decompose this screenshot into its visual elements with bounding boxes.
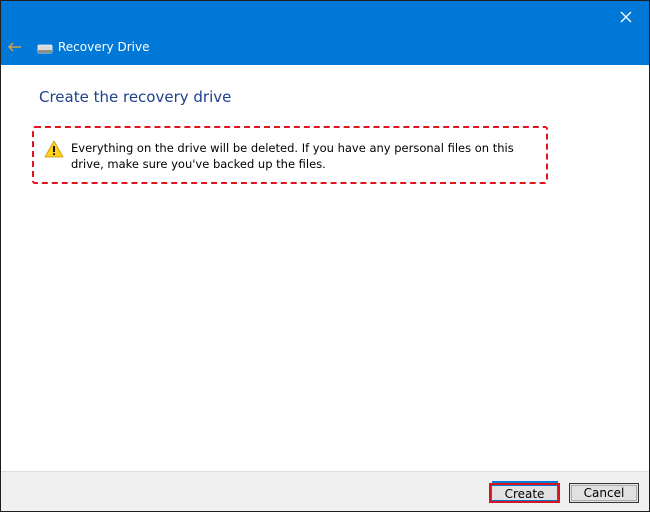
recovery-drive-window: Recovery Drive Create the recovery drive… bbox=[0, 0, 650, 512]
warning-message-box: Everything on the drive will be deleted.… bbox=[32, 126, 548, 184]
warning-icon bbox=[44, 140, 64, 158]
create-button[interactable]: Create bbox=[489, 483, 560, 503]
page-title: Create the recovery drive bbox=[39, 88, 232, 106]
title-bar: Recovery Drive bbox=[1, 1, 649, 65]
cancel-button[interactable]: Cancel bbox=[569, 483, 639, 503]
window-title: Recovery Drive bbox=[58, 40, 150, 54]
close-icon bbox=[620, 11, 632, 23]
back-arrow-icon bbox=[8, 42, 21, 52]
warning-text: Everything on the drive will be deleted.… bbox=[71, 141, 514, 171]
drive-icon bbox=[37, 44, 53, 54]
footer-bar: Create Cancel bbox=[1, 471, 649, 511]
close-button[interactable] bbox=[603, 1, 649, 33]
back-button[interactable] bbox=[5, 37, 25, 57]
